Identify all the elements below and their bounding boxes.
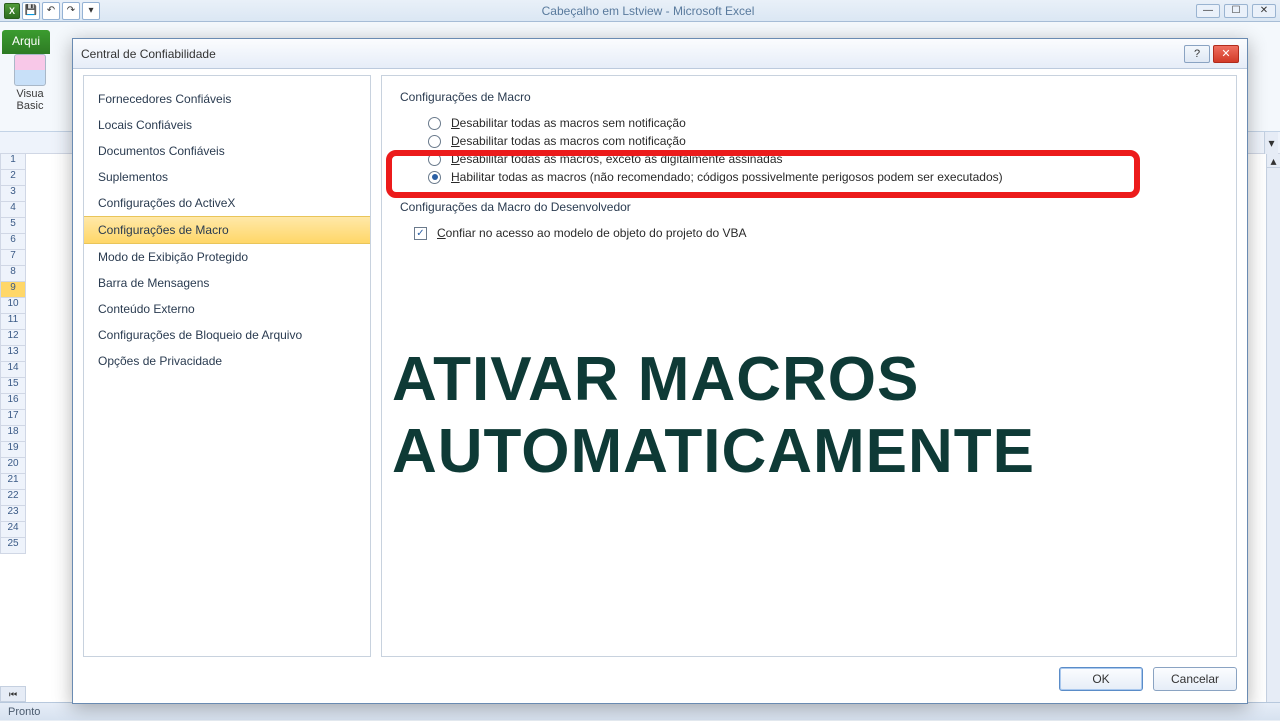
nav-item[interactable]: Opções de Privacidade	[84, 348, 370, 374]
row-header[interactable]: 2	[0, 170, 26, 186]
row-header[interactable]: 15	[0, 378, 26, 394]
trust-vba-label: Confiar no acesso ao modelo de objeto do…	[437, 226, 747, 240]
developer-macro-heading: Configurações da Macro do Desenvolvedor	[400, 200, 1218, 214]
macro-radio-option[interactable]: Desabilitar todas as macros sem notifica…	[400, 114, 1218, 132]
excel-logo-icon: X	[4, 3, 20, 19]
row-header[interactable]: 17	[0, 410, 26, 426]
row-header[interactable]: 19	[0, 442, 26, 458]
nav-item[interactable]: Modo de Exibição Protegido	[84, 244, 370, 270]
nav-item[interactable]: Fornecedores Confiáveis	[84, 86, 370, 112]
nav-item[interactable]: Documentos Confiáveis	[84, 138, 370, 164]
macro-radio-option[interactable]: Desabilitar todas as macros com notifica…	[400, 132, 1218, 150]
row-header[interactable]: 14	[0, 362, 26, 378]
radio-label: Desabilitar todas as macros, exceto as d…	[451, 152, 783, 166]
row-header[interactable]: 10	[0, 298, 26, 314]
save-icon[interactable]: 💾	[22, 2, 40, 20]
row-header[interactable]: 18	[0, 426, 26, 442]
macro-radio-option[interactable]: Habilitar todas as macros (não recomenda…	[400, 168, 1218, 186]
row-header[interactable]: 16	[0, 394, 26, 410]
row-header[interactable]: 21	[0, 474, 26, 490]
scroll-up-icon[interactable]: ▴	[1267, 154, 1280, 168]
visual-basic-icon	[14, 54, 46, 86]
overlay-annotation: ATIVAR MACROS AUTOMATICAMENTE	[392, 344, 1035, 488]
radio-icon[interactable]	[428, 153, 441, 166]
row-header[interactable]: 4	[0, 202, 26, 218]
row-header[interactable]: 7	[0, 250, 26, 266]
radio-label: Habilitar todas as macros (não recomenda…	[451, 170, 1003, 184]
file-tab[interactable]: Arqui	[2, 30, 50, 54]
nav-item[interactable]: Configurações de Bloqueio de Arquivo	[84, 322, 370, 348]
checkbox-icon[interactable]: ✓	[414, 227, 427, 240]
qat-dropdown-icon[interactable]: ▾	[82, 2, 100, 20]
nav-item[interactable]: Barra de Mensagens	[84, 270, 370, 296]
minimize-button[interactable]: —	[1196, 4, 1220, 18]
first-sheet-icon[interactable]: ⏮	[0, 686, 26, 702]
nav-item[interactable]: Suplementos	[84, 164, 370, 190]
row-header[interactable]: 24	[0, 522, 26, 538]
row-header[interactable]: 23	[0, 506, 26, 522]
dialog-footer: OK Cancelar	[83, 663, 1237, 695]
radio-label: Desabilitar todas as macros sem notifica…	[451, 116, 686, 130]
window-title: Cabeçalho em Lstview - Microsoft Excel	[100, 4, 1196, 18]
row-header[interactable]: 20	[0, 458, 26, 474]
trust-vba-checkbox-row[interactable]: ✓ Confiar no acesso ao modelo de objeto …	[400, 224, 1218, 242]
row-header[interactable]: 6	[0, 234, 26, 250]
row-header[interactable]: 25	[0, 538, 26, 554]
dialog-titlebar: Central de Confiabilidade ? ✕	[73, 39, 1247, 69]
maximize-button[interactable]: ☐	[1224, 4, 1248, 18]
vertical-scrollbar[interactable]: ▴	[1266, 154, 1280, 702]
redo-icon[interactable]: ↷	[62, 2, 80, 20]
dialog-close-button[interactable]: ✕	[1213, 45, 1239, 63]
sheet-nav-buttons[interactable]: ⏮	[0, 686, 26, 702]
nav-item[interactable]: Configurações de Macro	[84, 216, 370, 244]
close-window-button[interactable]: ✕	[1252, 4, 1276, 18]
cancel-button[interactable]: Cancelar	[1153, 667, 1237, 691]
nav-item[interactable]: Conteúdo Externo	[84, 296, 370, 322]
dialog-content-pane: Configurações de Macro Desabilitar todas…	[381, 75, 1237, 657]
row-header[interactable]: 13	[0, 346, 26, 362]
row-header[interactable]: 5	[0, 218, 26, 234]
nav-item[interactable]: Locais Confiáveis	[84, 112, 370, 138]
formula-expand-icon[interactable]: ▾	[1264, 132, 1278, 154]
quick-access-toolbar: X 💾 ↶ ↷ ▾	[4, 2, 100, 20]
radio-icon[interactable]	[428, 117, 441, 130]
row-header[interactable]: 11	[0, 314, 26, 330]
visual-basic-button[interactable]: Visua Basic	[10, 54, 50, 116]
nav-item[interactable]: Configurações do ActiveX	[84, 190, 370, 216]
radio-label: Desabilitar todas as macros com notifica…	[451, 134, 686, 148]
ok-button[interactable]: OK	[1059, 667, 1143, 691]
radio-icon[interactable]	[428, 135, 441, 148]
macro-settings-heading: Configurações de Macro	[400, 90, 1218, 104]
row-headers: 1234567891011121314151617181920212223242…	[0, 154, 26, 554]
excel-titlebar: X 💾 ↶ ↷ ▾ Cabeçalho em Lstview - Microso…	[0, 0, 1280, 22]
row-header[interactable]: 1	[0, 154, 26, 170]
row-header[interactable]: 22	[0, 490, 26, 506]
row-header[interactable]: 9	[0, 282, 26, 298]
status-bar: Pronto	[0, 702, 1280, 720]
radio-icon[interactable]	[428, 171, 441, 184]
row-header[interactable]: 8	[0, 266, 26, 282]
dialog-nav-pane: Fornecedores ConfiáveisLocais Confiáveis…	[83, 75, 371, 657]
row-header[interactable]: 12	[0, 330, 26, 346]
help-button[interactable]: ?	[1184, 45, 1210, 63]
dialog-title: Central de Confiabilidade	[81, 47, 1181, 61]
undo-icon[interactable]: ↶	[42, 2, 60, 20]
row-header[interactable]: 3	[0, 186, 26, 202]
trust-center-dialog: Central de Confiabilidade ? ✕ Fornecedor…	[72, 38, 1248, 704]
macro-radio-option[interactable]: Desabilitar todas as macros, exceto as d…	[400, 150, 1218, 168]
